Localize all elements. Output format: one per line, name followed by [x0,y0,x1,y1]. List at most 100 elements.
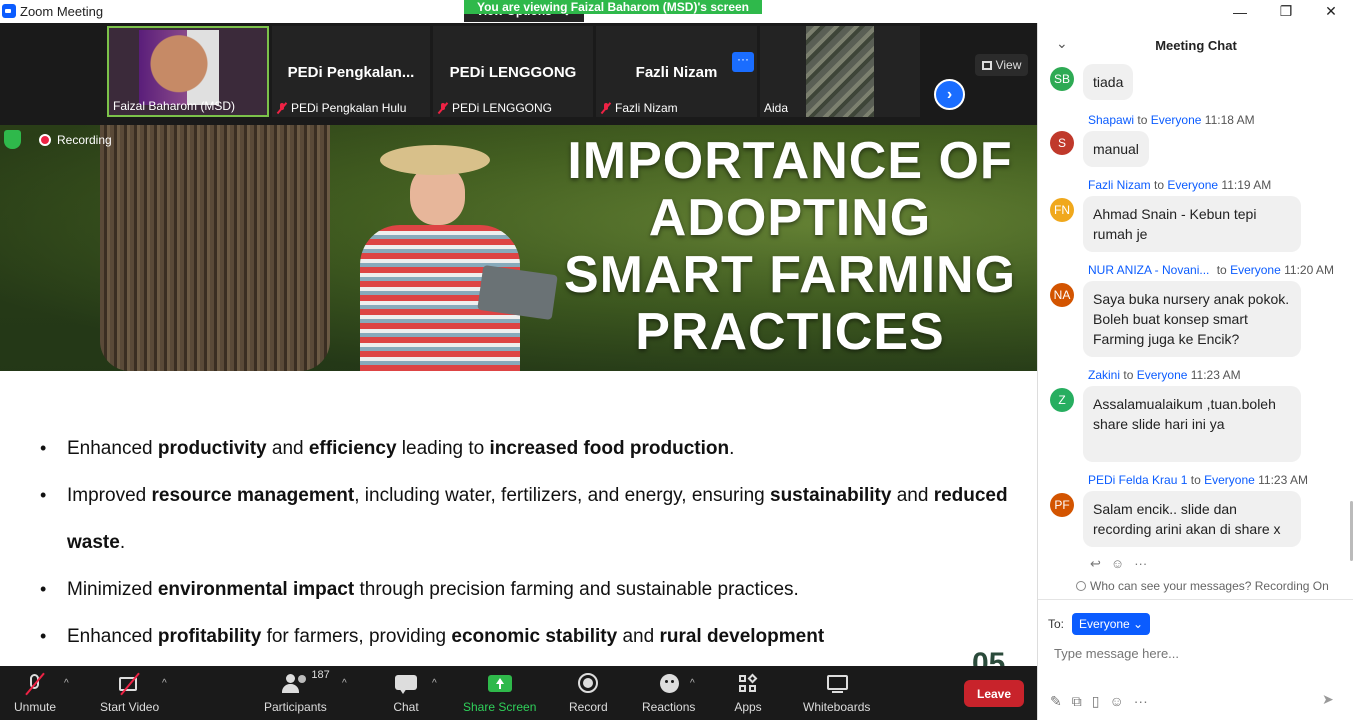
bullet-text: . [729,438,735,459]
message-bubble[interactable]: Assalamualaikum ,tuan.boleh share slide … [1083,386,1301,462]
participant-tile-lenggong[interactable]: PEDi LENGGONG PEDi LENGGONG [433,26,593,117]
whiteboards-button[interactable]: Whiteboards [803,672,870,714]
screenshot-icon[interactable]: ⧉ [1072,693,1082,710]
window-title: Zoom Meeting [20,4,104,19]
chevron-right-icon: › [946,85,953,103]
muted-mic-icon [437,102,449,114]
share-screen-button[interactable]: Share Screen [463,672,536,714]
message-privacy-note[interactable]: Who can see your messages? Recording On [1076,579,1329,593]
record-label: Record [569,700,608,714]
message-meta: NUR ANIZA - Novani... to Everyone 11:20 … [1088,263,1334,277]
more-icon[interactable]: ··· [1134,693,1148,710]
file-icon[interactable]: ▯ [1092,693,1100,710]
avatar: PF [1050,493,1074,517]
bullet-text: Enhanced [67,626,158,647]
participants-button[interactable]: 187 Participants [264,669,330,714]
person-icon [1076,581,1086,591]
meeting-toolbar: Unmute ^ Start Video ^ 187 Participants … [0,666,1037,720]
chat-button[interactable]: Chat [391,672,421,714]
slide-bullet: Minimized environmental impact through p… [40,566,1020,613]
slide-title-line: ADOPTING [648,189,932,247]
close-window-button[interactable]: ✕ [1308,0,1353,23]
participant-label-row: Fazli Nizam [600,101,678,115]
message-time: 11:20 AM [1284,263,1334,277]
apps-button[interactable]: Apps [733,672,763,714]
participants-icon: 187 [265,669,330,696]
leave-button[interactable]: Leave [964,680,1024,707]
message-actions: ↩ ☺ ··· [1090,556,1147,572]
view-layout-button[interactable]: View [975,54,1028,76]
start-video-button[interactable]: Start Video [100,672,159,714]
participant-video [806,26,874,117]
chat-input-tools: ✎ ⧉ ▯ ☺ ··· [1050,693,1148,710]
privacy-note-text: Who can see your messages? Recording On [1090,579,1329,593]
participant-tile-faizal[interactable]: Faizal Baharom (MSD) [107,26,269,117]
sender-name[interactable]: PEDi Felda Krau 1 [1088,473,1187,487]
to-word: to [1137,113,1148,127]
participant-tile-aida[interactable]: Aida [760,26,920,117]
audio-options-caret[interactable]: ^ [64,678,69,689]
participant-label-row: PEDi Pengkalan Hulu [276,101,406,115]
participants-label: Participants [264,700,327,714]
maximize-button[interactable]: ❐ [1263,0,1309,23]
participant-name: PEDi Pengkalan Hulu [291,101,407,115]
share-screen-icon [485,672,515,696]
chat-message-input[interactable] [1054,642,1334,664]
to-word: to [1190,473,1201,487]
sender-name[interactable]: Shapawi [1088,113,1134,127]
to-word: to [1154,178,1165,192]
grid-icon [981,60,992,70]
bullet-bold-text: profitability [157,626,262,647]
message-bubble[interactable]: Saya buka nursery anak pokok. Boleh buat… [1083,281,1301,357]
message-bubble[interactable]: Salam encik.. slide dan recording arini … [1083,491,1301,547]
chat-options-caret[interactable]: ^ [432,678,437,689]
participants-options-caret[interactable]: ^ [342,678,347,689]
zoom-logo-icon [2,4,16,18]
minimize-button[interactable]: — [1217,0,1263,23]
more-icon[interactable]: ··· [1134,556,1147,572]
add-reaction-icon[interactable]: ☺ [1111,556,1124,572]
message-time: 11:19 AM [1221,178,1272,192]
recording-indicator[interactable]: Recording [4,130,112,149]
sender-name[interactable]: NUR ANIZA - Novani... [1088,263,1209,277]
message-bubble[interactable]: tiada [1083,64,1134,100]
bullet-text: through precision farming and sustainabl… [354,579,799,600]
video-options-caret[interactable]: ^ [162,678,167,689]
message-meta: Fazli Nizam to Everyone 11:19 AM [1088,178,1271,192]
tile-more-options-button[interactable]: ··· [732,52,754,72]
bullet-text: and [891,485,934,506]
whiteboard-icon [822,672,852,696]
slide-title-line: PRACTICES [635,303,945,361]
sender-name[interactable]: Zakini [1088,368,1120,382]
apps-label: Apps [734,700,762,714]
message-time: 11:23 AM [1190,368,1241,382]
recording-label: Recording [57,132,112,147]
share-screen-label: Share Screen [463,700,537,714]
reactions-label: Reactions [642,700,696,714]
bullet-text: Minimized [67,579,158,600]
divider [1038,599,1353,600]
recipient-name: Everyone [1150,113,1202,127]
muted-mic-icon [600,102,612,114]
tree-trunk-image [100,125,330,371]
record-button[interactable]: Record [569,672,608,714]
emoji-icon[interactable]: ☺ [1109,693,1123,710]
message-bubble[interactable]: Ahmad Snain - Kebun tepi rumah je [1083,196,1301,252]
avatar: SB [1050,67,1074,91]
participant-tile-pengkalan-hulu[interactable]: PEDi Pengkalan... PEDi Pengkalan Hulu [272,26,430,117]
next-page-button[interactable]: › [934,79,965,110]
record-icon [573,672,603,696]
reply-icon[interactable]: ↩ [1090,556,1101,572]
format-icon[interactable]: ✎ [1050,693,1062,710]
to-label: To: [1048,617,1065,631]
reactions-options-caret[interactable]: ^ [690,678,695,689]
unmute-button[interactable]: Unmute [14,672,56,714]
message-bubble[interactable]: manual [1083,131,1149,167]
bullet-text: and [266,438,309,459]
sender-name[interactable]: Fazli Nizam [1088,178,1151,192]
reactions-button[interactable]: Reactions [642,672,695,714]
recipient-dropdown[interactable]: Everyone ⌄ [1072,613,1151,635]
send-icon[interactable]: ➤ [1322,691,1342,709]
zoom-window: Zoom Meeting You are viewing Faizal Baha… [0,0,1353,720]
avatar: Z [1050,388,1074,412]
